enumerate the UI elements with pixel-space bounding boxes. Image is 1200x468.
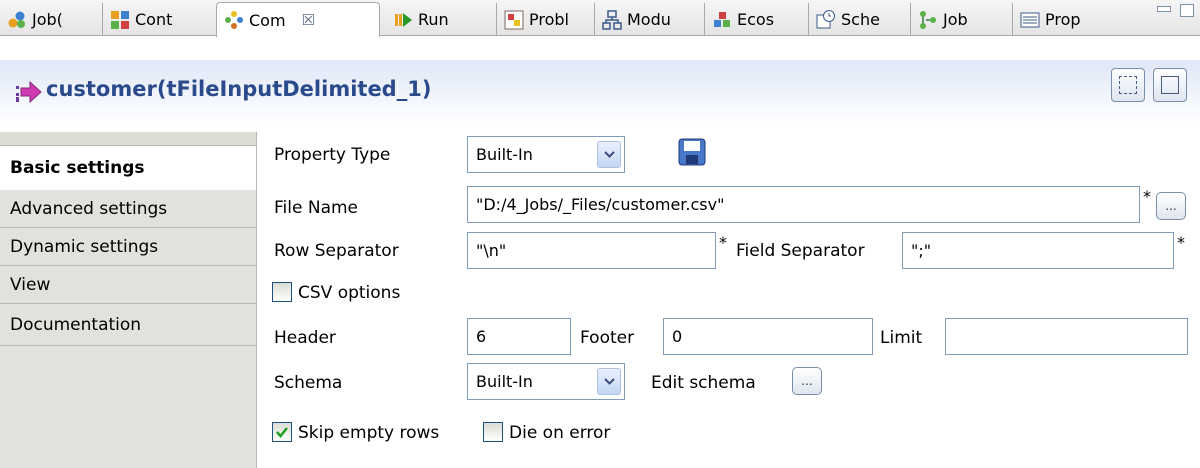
tab-label: Job: [943, 10, 968, 29]
tab-label: Modu: [627, 10, 671, 29]
tab-scheduler[interactable]: Sche: [808, 3, 904, 36]
tab-label: Sche: [841, 10, 880, 29]
die-on-error-checkbox[interactable]: [483, 422, 503, 442]
nav-top-bar: [0, 132, 256, 146]
row-separator-field[interactable]: "\n": [467, 232, 716, 269]
property-type-select[interactable]: Built-In: [467, 136, 625, 173]
tab-properties[interactable]: Prop: [1012, 3, 1108, 36]
tab-problems[interactable]: Probl: [496, 3, 590, 36]
tab-label: Probl: [529, 10, 569, 29]
skip-empty-rows-checkbox[interactable]: [272, 422, 292, 442]
compact-view-icon: [1119, 76, 1137, 94]
tab-run[interactable]: Run: [386, 3, 486, 36]
csv-options-checkbox[interactable]: [272, 282, 292, 302]
schema-select[interactable]: Built-In: [467, 363, 625, 400]
required-mark: *: [719, 233, 727, 252]
check-icon: [276, 427, 288, 438]
skip-empty-rows-label: Skip empty rows: [298, 423, 440, 443]
tab-jobs[interactable]: Job: [910, 3, 1006, 36]
close-icon[interactable]: ☒: [302, 11, 315, 29]
field-separator-field[interactable]: ";": [902, 232, 1174, 269]
nav-view[interactable]: View: [0, 266, 256, 304]
limit-field[interactable]: [945, 318, 1188, 355]
scheduler-icon: [816, 9, 836, 30]
required-mark: *: [1177, 233, 1185, 252]
run-icon: [393, 10, 413, 30]
nav-basic-settings[interactable]: Basic settings: [0, 146, 256, 190]
nav-documentation[interactable]: Documentation: [0, 304, 256, 346]
component-title: customer(tFileInputDelimited_1): [46, 77, 432, 101]
file-input-delimited-icon: [16, 80, 42, 104]
tab-label: Com: [249, 10, 286, 30]
jobs-icon: [918, 10, 938, 30]
edit-schema-button[interactable]: ...: [792, 367, 822, 395]
component-icon: [224, 10, 244, 30]
save-icon[interactable]: [678, 138, 706, 166]
tab-label: Ecos: [737, 10, 775, 29]
file-name-label: File Name: [274, 198, 359, 218]
property-type-value: Built-In: [476, 145, 533, 164]
required-mark: *: [1143, 187, 1151, 206]
row-separator-label: Row Separator: [274, 241, 399, 261]
table-view-icon: [1161, 76, 1179, 94]
table-view-button[interactable]: [1153, 68, 1187, 102]
tab-label: Run: [418, 10, 449, 29]
schema-value: Built-In: [476, 372, 533, 391]
component-header: customer(tFileInputDelimited_1): [0, 60, 1200, 124]
nav-divider: [256, 132, 257, 468]
footer-field[interactable]: 0: [663, 318, 873, 355]
field-separator-label: Field Separator: [736, 241, 865, 261]
property-type-label: Property Type: [274, 145, 391, 165]
chevron-down-icon[interactable]: [597, 141, 621, 168]
job-icon: [7, 10, 27, 30]
compact-view-button[interactable]: [1111, 68, 1145, 102]
file-name-field[interactable]: "D:/4_Jobs/_Files/customer.csv": [467, 186, 1140, 223]
footer-label: Footer: [580, 328, 635, 348]
tab-label: Job(: [32, 10, 63, 29]
header-field[interactable]: 6: [467, 318, 571, 355]
schema-label: Schema: [274, 373, 343, 393]
nav-advanced-settings[interactable]: Advanced settings: [0, 190, 256, 228]
tab-modules[interactable]: Modu: [594, 3, 694, 36]
minimize-icon[interactable]: [1157, 6, 1171, 12]
ecosystem-icon: [712, 10, 732, 30]
nav-dynamic-settings[interactable]: Dynamic settings: [0, 228, 256, 266]
context-icon: [110, 10, 130, 30]
settings-nav: Basic settings Advanced settings Dynamic…: [0, 132, 256, 468]
tab-label: Cont: [135, 10, 173, 29]
maximize-icon[interactable]: [1180, 4, 1194, 17]
view-tab-strip: Job( Cont Com ☒ Run Probl Modu Ecos Sche…: [0, 0, 1200, 37]
window-buttons: [1157, 4, 1194, 17]
chevron-down-icon[interactable]: [597, 368, 621, 395]
properties-icon: [1020, 10, 1040, 30]
nav-empty-area: [0, 346, 256, 468]
tab-contexts[interactable]: Cont: [102, 3, 212, 36]
header-label: Header: [274, 328, 336, 348]
edit-schema-label: Edit schema: [651, 373, 756, 393]
tab-label: Prop: [1045, 10, 1081, 29]
limit-label: Limit: [880, 328, 923, 348]
tab-ecosystem[interactable]: Ecos: [704, 3, 800, 36]
problems-icon: [504, 10, 524, 30]
tab-component[interactable]: Com ☒: [216, 2, 380, 37]
modules-icon: [602, 9, 622, 30]
tab-job-designs[interactable]: Job(: [0, 3, 102, 36]
browse-file-button[interactable]: ...: [1156, 192, 1186, 220]
csv-options-label: CSV options: [298, 283, 401, 303]
die-on-error-label: Die on error: [509, 423, 611, 443]
